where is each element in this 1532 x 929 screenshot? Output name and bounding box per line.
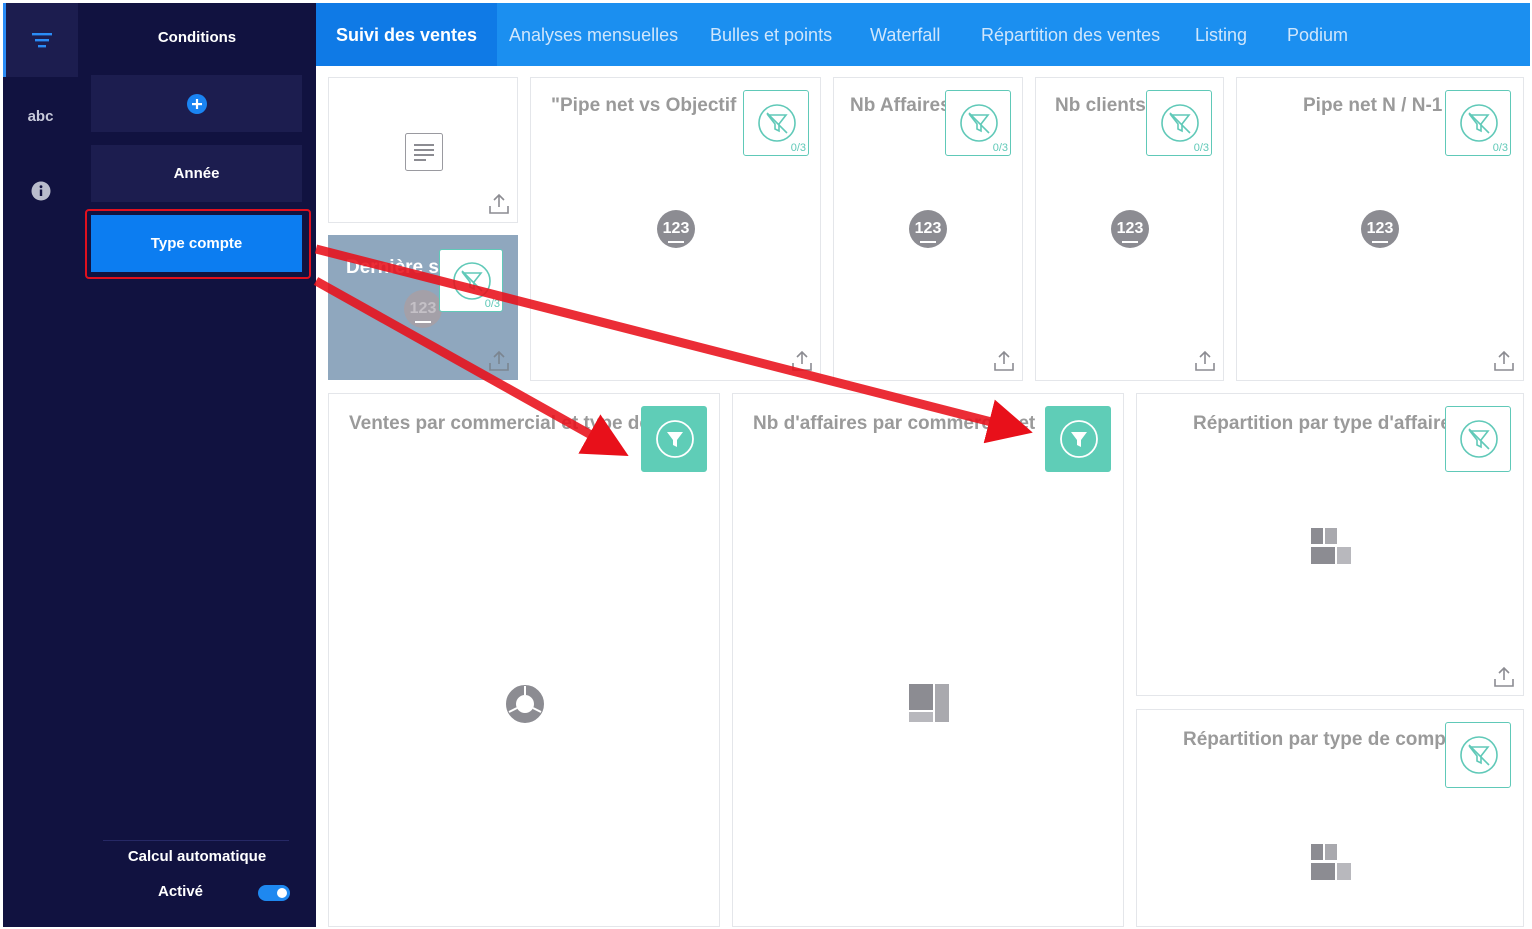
tab-bulles-et-points[interactable]: Bulles et points bbox=[710, 3, 832, 66]
filter-off-icon bbox=[758, 104, 796, 142]
treemap-small-icon bbox=[1311, 844, 1351, 880]
widget-title: Pipe net N / N-1 bbox=[1303, 95, 1443, 116]
filter-off-icon bbox=[1460, 104, 1498, 142]
number-icon: 123 bbox=[404, 290, 442, 328]
rail-text-label: abc bbox=[27, 107, 54, 125]
filter-button[interactable] bbox=[641, 406, 707, 472]
number-icon: 123 bbox=[909, 210, 947, 248]
number-icon: 123 bbox=[657, 210, 695, 248]
upload-icon[interactable] bbox=[1194, 350, 1216, 372]
add-condition-button[interactable] bbox=[91, 75, 302, 132]
chart-repartition-type-compte[interactable]: Répartition par type de compte bbox=[1136, 709, 1524, 927]
donut-chart-icon bbox=[506, 685, 544, 723]
widget-title: Dernière s bbox=[346, 257, 439, 278]
filter-count: 0/3 bbox=[790, 142, 806, 154]
filter-off-icon bbox=[1460, 420, 1498, 458]
rail-conditions[interactable] bbox=[3, 3, 78, 77]
upload-icon[interactable] bbox=[791, 350, 813, 372]
kpi-nb-affaires[interactable]: Nb Affaires 0/3 123 bbox=[833, 77, 1023, 381]
upload-icon[interactable] bbox=[488, 193, 510, 215]
filter-lines-icon bbox=[32, 33, 52, 48]
number-icon: 123 bbox=[1111, 210, 1149, 248]
auto-calc-state: Activé bbox=[158, 883, 204, 900]
treemap-small-icon bbox=[1311, 528, 1351, 564]
filter-off-icon bbox=[1460, 736, 1498, 774]
app-frame: abc Conditions Année Type compte Calcul … bbox=[3, 3, 1530, 927]
widget-title: Nb Affaires bbox=[850, 95, 951, 116]
tab-bar: Suivi des ventes Analyses mensuelles Bul… bbox=[316, 3, 1530, 66]
widget-title: Répartition par type de compte bbox=[1183, 729, 1463, 750]
filter-off-icon bbox=[1161, 104, 1199, 142]
tab-repartition-des-ventes[interactable]: Répartition des ventes bbox=[981, 3, 1160, 66]
widget-title: Nb clients bbox=[1055, 95, 1146, 116]
filter-button[interactable]: 0/3 bbox=[439, 249, 503, 312]
widget-title: Nb d'affaires par commercial et bbox=[753, 413, 1036, 434]
upload-icon[interactable] bbox=[993, 350, 1015, 372]
panel-separator bbox=[103, 840, 289, 841]
filter-count: 0/3 bbox=[992, 142, 1008, 154]
tab-suivi-des-ventes[interactable]: Suivi des ventes bbox=[316, 3, 498, 66]
filter-off-icon bbox=[960, 104, 998, 142]
panel-title: Conditions bbox=[157, 29, 237, 46]
filter-button[interactable] bbox=[1445, 406, 1511, 472]
widget-title: Ventes par commercial et type de bbox=[349, 413, 650, 434]
widget-title: Répartition par type d'affaire bbox=[1193, 413, 1451, 434]
filter-button[interactable] bbox=[1045, 406, 1111, 472]
tab-analyses-mensuelles[interactable]: Analyses mensuelles bbox=[509, 3, 678, 66]
chart-ventes-par-commercial[interactable]: Ventes par commercial et type de bbox=[328, 393, 720, 927]
tab-podium[interactable]: Podium bbox=[1287, 3, 1348, 66]
kpi-pipe-n[interactable]: Pipe net N / N-1 0/3 123 bbox=[1236, 77, 1524, 381]
text-doc-icon bbox=[405, 133, 443, 171]
filter-button[interactable] bbox=[1445, 722, 1511, 788]
rail-text[interactable]: abc bbox=[3, 79, 78, 153]
auto-calc-toggle[interactable] bbox=[258, 885, 290, 901]
upload-icon[interactable] bbox=[1493, 666, 1515, 688]
number-icon: 123 bbox=[1361, 210, 1399, 248]
info-icon bbox=[31, 181, 50, 201]
chart-repartition-type-affaire[interactable]: Répartition par type d'affaire bbox=[1136, 393, 1524, 696]
filter-button[interactable]: 0/3 bbox=[1146, 90, 1212, 156]
filter-button[interactable]: 0/3 bbox=[743, 90, 809, 156]
filter-active-icon bbox=[1060, 420, 1098, 458]
filter-off-icon bbox=[453, 262, 491, 300]
highlight-box bbox=[85, 209, 311, 279]
upload-icon[interactable] bbox=[488, 350, 510, 372]
filter-active-icon bbox=[656, 420, 694, 458]
plus-circle-icon bbox=[186, 93, 207, 114]
chart-nb-affaires-par-commercial[interactable]: Nb d'affaires par commercial et bbox=[732, 393, 1124, 927]
tab-listing[interactable]: Listing bbox=[1195, 3, 1247, 66]
widget-title: "Pipe net vs Objectif bbox=[551, 95, 737, 116]
kpi-pipe-vs-objectif[interactable]: "Pipe net vs Objectif 0/3 123 bbox=[530, 77, 821, 381]
filter-button[interactable]: 0/3 bbox=[945, 90, 1011, 156]
filter-count: 0/3 bbox=[1492, 142, 1508, 154]
filter-count: 0/3 bbox=[484, 298, 500, 310]
text-widget[interactable] bbox=[328, 77, 518, 223]
rail-info[interactable] bbox=[3, 154, 78, 228]
upload-icon[interactable] bbox=[1493, 350, 1515, 372]
condition-annee[interactable]: Année bbox=[91, 145, 302, 202]
filter-count: 0/3 bbox=[1193, 142, 1209, 154]
filter-button[interactable]: 0/3 bbox=[1445, 90, 1511, 156]
kpi-derniere[interactable]: Dernière s 123 0/3 bbox=[328, 235, 518, 380]
tab-waterfall[interactable]: Waterfall bbox=[870, 3, 940, 66]
treemap-icon bbox=[909, 684, 949, 722]
conditions-panel: Conditions Année Type compte Calcul auto… bbox=[78, 3, 316, 927]
kpi-nb-clients[interactable]: Nb clients 0/3 123 bbox=[1035, 77, 1224, 381]
icon-rail: abc bbox=[3, 3, 78, 927]
auto-calc-label: Calcul automatique bbox=[127, 848, 267, 865]
